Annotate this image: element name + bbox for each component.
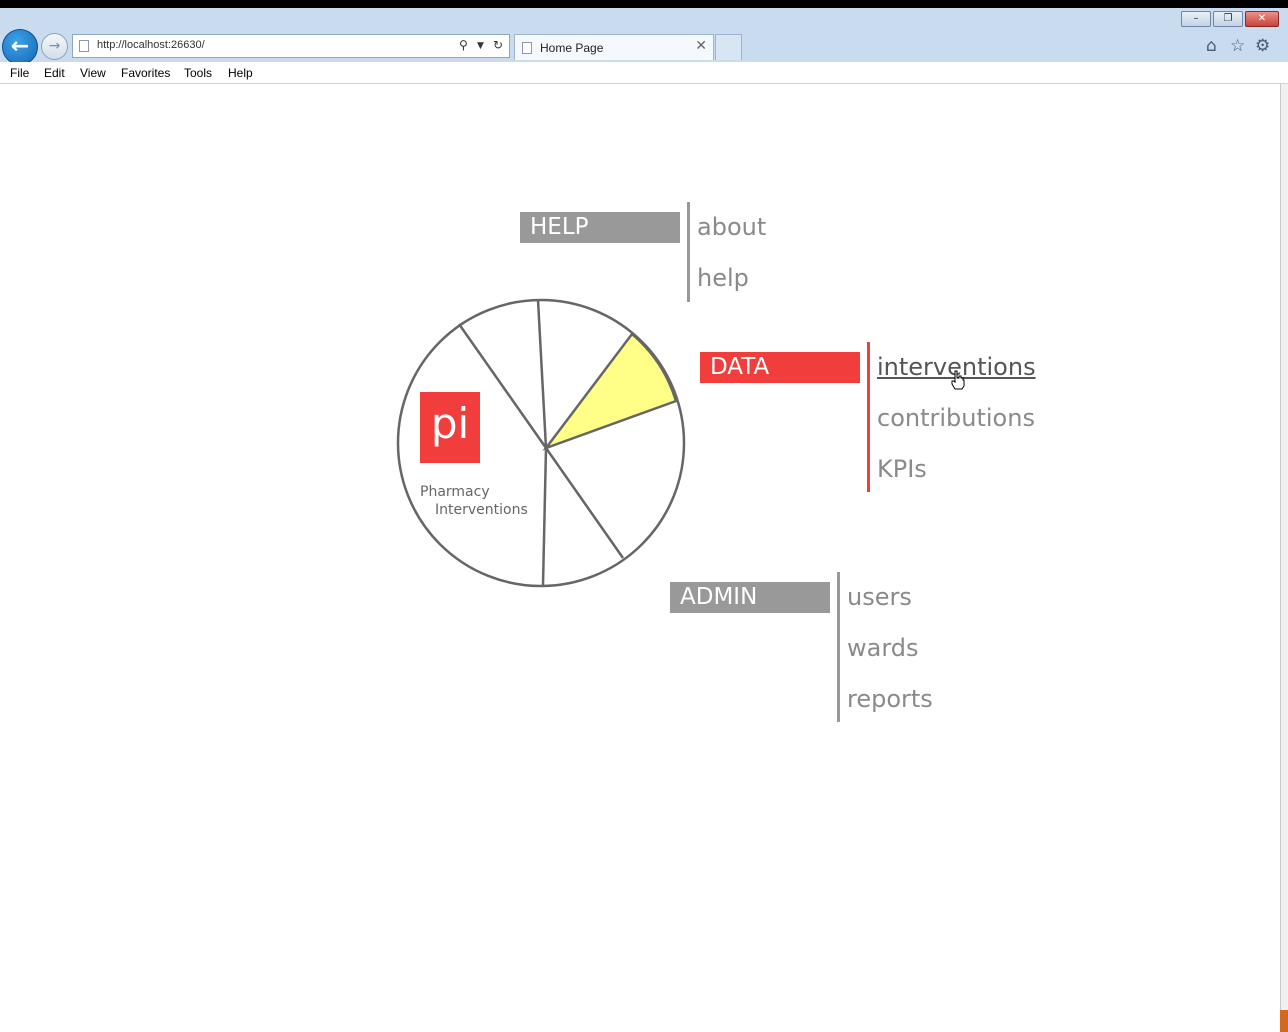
data-divider bbox=[867, 342, 870, 492]
logo-text-pharmacy: Pharmacy bbox=[420, 484, 490, 500]
window-top-border bbox=[0, 0, 1288, 8]
data-section-header: DATA bbox=[700, 352, 860, 383]
close-window-button[interactable]: ✕ bbox=[1245, 11, 1279, 27]
link-kpis[interactable]: KPIs bbox=[877, 455, 927, 483]
highlight-slice bbox=[542, 332, 678, 451]
minimize-button[interactable]: – bbox=[1181, 11, 1211, 27]
menu-edit[interactable]: Edit bbox=[44, 66, 65, 80]
link-users[interactable]: users bbox=[847, 583, 912, 611]
hand-cursor-icon bbox=[951, 370, 965, 390]
link-reports[interactable]: reports bbox=[847, 685, 933, 713]
logo-text-interventions: Interventions bbox=[435, 502, 528, 518]
menu-tools[interactable]: Tools bbox=[184, 66, 212, 80]
page-icon bbox=[79, 40, 89, 52]
forward-icon[interactable]: → bbox=[41, 33, 68, 60]
admin-divider bbox=[837, 572, 840, 722]
home-icon[interactable]: ⌂ bbox=[1206, 36, 1217, 56]
search-icon[interactable]: ⚲ bbox=[459, 38, 468, 52]
restore-button[interactable]: ❐ bbox=[1213, 11, 1243, 27]
address-bar[interactable]: http://localhost:26630/ ⚲ ▼ ↻ bbox=[72, 34, 510, 58]
new-tab-button[interactable] bbox=[715, 34, 742, 60]
settings-gear-icon[interactable]: ⚙ bbox=[1255, 36, 1270, 56]
link-help[interactable]: help bbox=[697, 264, 749, 292]
page-icon bbox=[522, 42, 532, 54]
favorites-star-icon[interactable]: ☆ bbox=[1230, 36, 1245, 56]
close-tab-icon[interactable]: ✕ bbox=[695, 38, 707, 54]
back-icon[interactable]: ← bbox=[2, 29, 38, 65]
menu-view[interactable]: View bbox=[80, 66, 106, 80]
corner-badge bbox=[1280, 1010, 1288, 1032]
link-contributions[interactable]: contributions bbox=[877, 404, 1035, 432]
pie-divider bbox=[544, 447, 625, 559]
tab-home-page[interactable]: Home Page ✕ bbox=[514, 34, 714, 60]
link-about[interactable]: about bbox=[697, 213, 766, 241]
help-section-header: HELP bbox=[520, 212, 680, 243]
menu-help[interactable]: Help bbox=[228, 66, 253, 80]
help-divider bbox=[687, 202, 690, 302]
menu-file[interactable]: File bbox=[10, 66, 29, 80]
pi-logo: pi bbox=[420, 392, 480, 463]
pie-divider bbox=[536, 299, 548, 449]
refresh-icon[interactable]: ↻ bbox=[493, 38, 503, 52]
admin-section-header: ADMIN bbox=[670, 582, 830, 613]
address-url[interactable]: http://localhost:26630/ bbox=[97, 39, 205, 51]
link-wards[interactable]: wards bbox=[847, 634, 919, 662]
scrollbar-edge bbox=[1280, 84, 1288, 1032]
tab-title: Home Page bbox=[540, 41, 604, 55]
menu-favorites[interactable]: Favorites bbox=[121, 66, 170, 80]
dropdown-arrow-icon[interactable]: ▼ bbox=[477, 41, 484, 51]
menu-bar: File Edit View Favorites Tools Help bbox=[0, 62, 1288, 84]
pie-divider bbox=[541, 447, 548, 586]
